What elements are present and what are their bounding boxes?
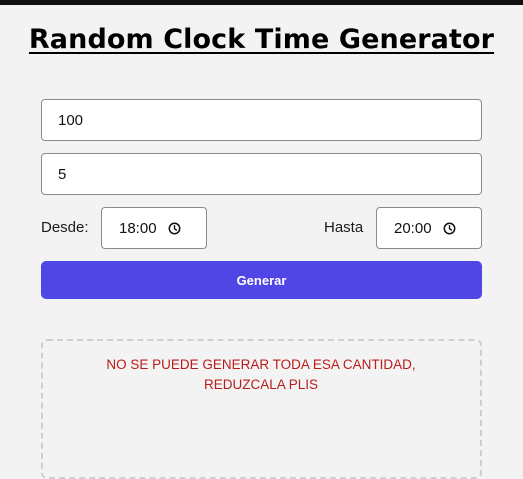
generate-button[interactable]: Generar — [41, 261, 482, 299]
quantity-input[interactable] — [41, 99, 482, 141]
to-time-input[interactable]: 20:00 — [376, 207, 482, 249]
from-time-value: 18:00 — [119, 219, 157, 237]
clock-icon[interactable] — [443, 222, 456, 235]
from-label: Desde: — [41, 219, 89, 236]
to-time-value: 20:00 — [394, 219, 432, 237]
to-label: Hasta — [324, 219, 364, 236]
top-bar — [0, 0, 523, 5]
page-title: Random Clock Time Generator — [28, 24, 495, 55]
second-input[interactable] — [41, 153, 482, 195]
error-message: NO SE PUEDE GENERAR TODA ESA CANTIDAD, R… — [106, 357, 416, 392]
clock-icon[interactable] — [168, 222, 181, 235]
from-time-input[interactable]: 18:00 — [101, 207, 207, 249]
